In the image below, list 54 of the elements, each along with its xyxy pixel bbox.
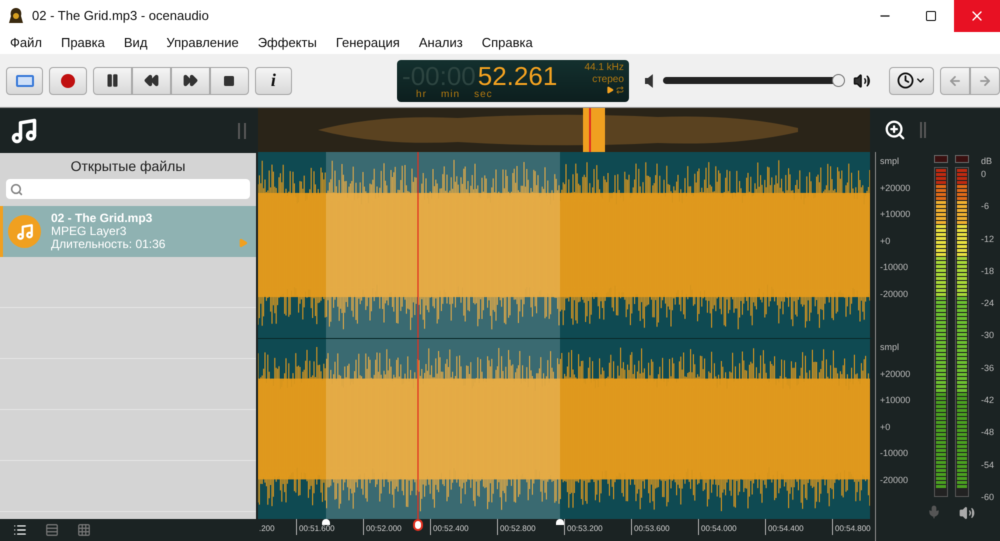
meter-scale-label: -6 xyxy=(981,201,990,212)
time-ruler-label: 00:53.600 xyxy=(634,523,670,535)
meter-unit-label: dB xyxy=(981,155,994,167)
menu-item[interactable]: Вид xyxy=(124,33,148,53)
time-ruler-label: 00:53.200 xyxy=(567,523,603,535)
axis-tick-label: -10000 xyxy=(879,261,910,274)
time-seconds: 52.261 xyxy=(478,62,558,90)
time-ruler-label: 00:52.400 xyxy=(433,523,469,535)
channel-mode: стерео xyxy=(592,74,624,86)
time-unit-label: hr xyxy=(416,90,427,100)
axis-unit-label: smpl xyxy=(879,341,900,354)
meter-scale-label: -30 xyxy=(981,330,994,340)
time-ruler-label: 00:54.400 xyxy=(768,523,804,535)
sample-rate: 44.1 kHz xyxy=(584,62,624,74)
meter-scale-label: -36 xyxy=(981,362,994,373)
axis-tick-label: -10000 xyxy=(879,447,910,460)
axis-tick-label: +0 xyxy=(879,234,892,248)
menu-item[interactable]: Файл xyxy=(10,33,42,53)
axis-tick-label: +10000 xyxy=(879,208,912,221)
meter-scale-label: -48 xyxy=(981,427,994,438)
panel-title: Открытые файлы xyxy=(70,156,186,176)
axis-tick-label: +20000 xyxy=(879,368,912,380)
menu-item[interactable]: Эффекты xyxy=(258,33,317,53)
menu-item[interactable]: Генерация xyxy=(336,33,400,53)
axis-tick-label: +10000 xyxy=(879,394,912,407)
time-unit-label: sec xyxy=(474,90,493,100)
info-button[interactable]: i xyxy=(254,66,292,94)
meter-scale-label: -54 xyxy=(981,460,994,470)
axis-tick-label: +0 xyxy=(879,420,892,434)
menu-item[interactable]: Управление xyxy=(166,33,239,53)
meter-scale-label: -42 xyxy=(981,395,994,406)
meter-scale-label: -12 xyxy=(981,234,994,244)
time-ruler-label: .200 xyxy=(259,523,275,535)
meter-scale-label: -18 xyxy=(981,266,994,276)
menu-item[interactable]: Справка xyxy=(482,33,533,53)
menu-item[interactable]: Анализ xyxy=(418,33,463,53)
time-ruler-label: 00:52.000 xyxy=(366,523,402,535)
file-duration: Длительность: 01:36 xyxy=(51,238,166,251)
axis-unit-label: smpl xyxy=(879,155,900,168)
axis-tick-label: +20000 xyxy=(879,182,912,194)
axis-tick-label: -20000 xyxy=(879,474,910,486)
time-unit-label: min xyxy=(440,90,460,100)
time-ruler-label: 00:51.600 xyxy=(299,523,335,535)
time-ruler-label: 00:52.800 xyxy=(500,523,536,535)
window-title: 02 - The Grid.mp3 - ocenaudio xyxy=(32,7,209,26)
time-ruler-label: 00:54.800 xyxy=(835,523,871,535)
axis-tick-label: -20000 xyxy=(879,288,910,300)
file-name: 02 - The Grid.mp3 xyxy=(51,212,154,225)
meter-scale-label: -24 xyxy=(981,298,994,308)
file-format: MPEG Layer3 xyxy=(51,225,126,238)
menu-item[interactable]: Правка xyxy=(60,33,105,53)
meter-scale-label: 0 xyxy=(981,169,988,179)
meter-scale-label: -60 xyxy=(981,492,994,502)
time-ruler-label: 00:54.000 xyxy=(701,523,737,535)
